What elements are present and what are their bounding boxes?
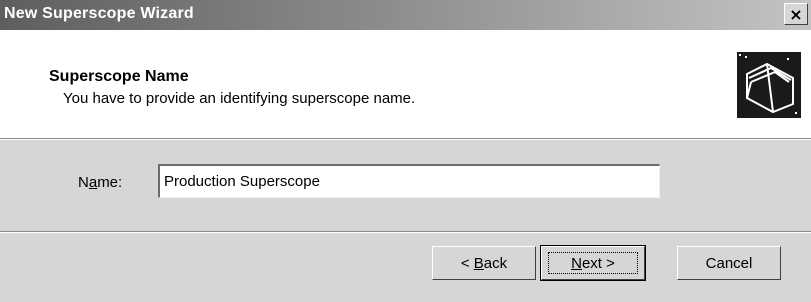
focus-rect (548, 252, 638, 274)
footer-divider-highlight (0, 232, 811, 233)
name-label-mnemonic: a (88, 174, 98, 191)
wizard-header: Superscope Name You have to provide an i… (0, 30, 811, 138)
close-icon: × (789, 4, 803, 24)
back-button[interactable]: < Back (432, 246, 536, 280)
header-divider-highlight (0, 139, 811, 140)
back-button-label: < Back (461, 255, 507, 272)
cancel-button-label: Cancel (705, 254, 753, 272)
name-label-part: N (78, 174, 89, 191)
back-label-mnemonic: B (473, 254, 484, 272)
folder-wizard-icon (737, 52, 801, 118)
window-title: New Superscope Wizard (4, 5, 194, 22)
name-label-part: me: (97, 174, 123, 191)
back-label-part: ack (483, 254, 508, 272)
page-title: Superscope Name (49, 68, 189, 85)
next-button[interactable]: Next > (540, 245, 646, 281)
page-subtitle: You have to provide an identifying super… (63, 90, 416, 107)
name-label: Name: (78, 174, 122, 191)
close-button[interactable]: × (784, 3, 808, 25)
cancel-button[interactable]: Cancel (677, 246, 781, 280)
name-field[interactable] (158, 164, 660, 198)
wizard-dialog: New Superscope Wizard × Superscope Name … (0, 0, 811, 302)
title-bar[interactable]: New Superscope Wizard × (0, 0, 811, 30)
back-label-part: < (460, 254, 474, 272)
